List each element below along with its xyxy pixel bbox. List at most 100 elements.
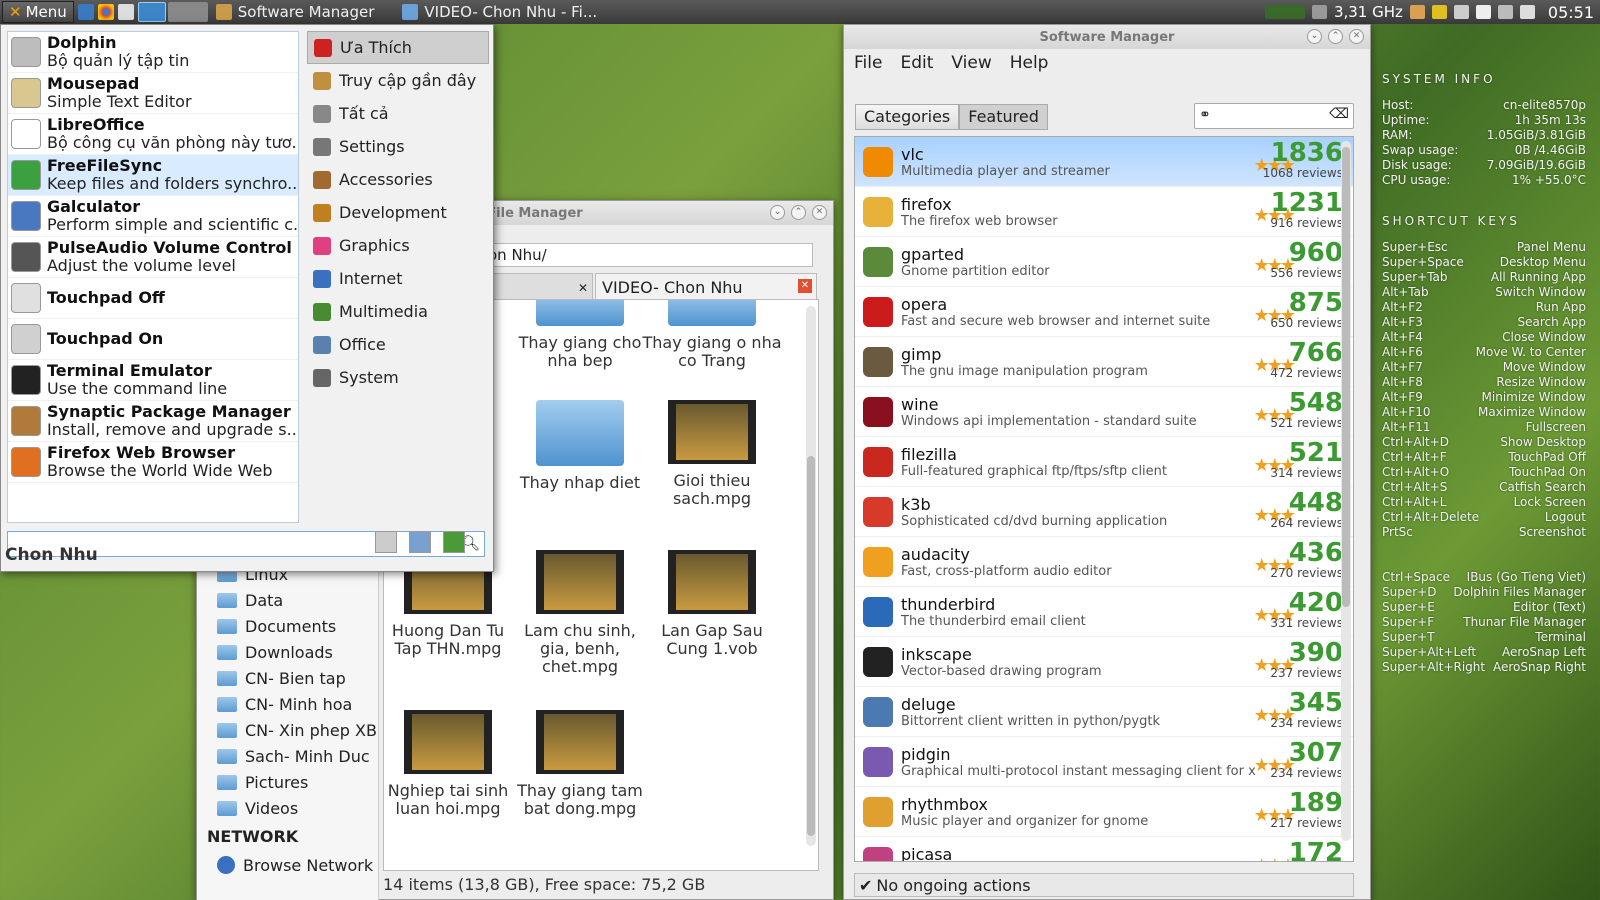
menu-app-text: PulseAudio Volume Control Adjust the volu… xyxy=(47,239,292,275)
category-item[interactable]: Ưa Thích xyxy=(307,31,489,64)
menu-app-touchpad-on[interactable]: Touchpad On xyxy=(8,319,298,360)
place-item[interactable]: Pictures xyxy=(197,769,378,795)
menu-view[interactable]: View xyxy=(951,53,991,73)
file-item[interactable]: Thay giang cho nha bep xyxy=(510,300,650,370)
scrollbar-thumb[interactable] xyxy=(807,456,815,836)
menu-help[interactable]: Help xyxy=(1010,53,1049,73)
close-button[interactable]: ✕ xyxy=(1349,29,1364,44)
view-scrollbar[interactable] xyxy=(806,306,816,846)
place-item[interactable]: Data xyxy=(197,587,378,613)
place-item[interactable]: CN- Bien tap xyxy=(197,665,378,691)
place-item[interactable]: CN- Xin phep XB xyxy=(197,717,378,743)
file-item[interactable]: Gioi thieu sach.mpg xyxy=(642,400,782,508)
file-item[interactable]: Lam chu sinh, gia, benh, chet.mpg xyxy=(510,550,650,676)
shield-icon[interactable] xyxy=(1475,5,1491,19)
close-tab-icon[interactable]: ✕ xyxy=(798,279,812,293)
app-row-pidgin[interactable]: pidgin Graphical multi-protocol instant m… xyxy=(855,737,1353,787)
file-item[interactable]: Nghiep tai sinh luan hoi.mpg xyxy=(384,710,518,818)
maximize-button[interactable]: ⌃ xyxy=(791,205,806,220)
logout-icon[interactable] xyxy=(443,531,465,553)
place-label: Videos xyxy=(245,798,299,818)
file-item[interactable]: Thay giang o nha co Trang xyxy=(642,300,782,370)
menu-app-libreoffice[interactable]: LibreOffice Bộ công cụ văn phòng này tươ.… xyxy=(8,114,298,155)
browse-network[interactable]: Browse Network xyxy=(197,852,378,878)
file-item[interactable]: Lan Gap Sau Cung 1.vob xyxy=(642,550,782,658)
app-row-deluge[interactable]: deluge Bittorrent client written in pytho… xyxy=(855,687,1353,737)
search-input[interactable]: ⚭ ⌫ xyxy=(1194,103,1354,129)
category-label: Ưa Thích xyxy=(340,38,412,57)
category-item[interactable]: Tất cả xyxy=(307,97,489,130)
task-software-manager[interactable]: Software Manager xyxy=(208,1,383,23)
editor-launcher-icon[interactable] xyxy=(117,4,134,20)
app-row-audacity[interactable]: audacity Fast, cross-platform audio edito… xyxy=(855,537,1353,587)
category-item[interactable]: Accessories xyxy=(307,163,489,196)
close-tab-icon[interactable]: ✕ xyxy=(578,274,588,302)
app-row-thunderbird[interactable]: thunderbird The thunderbird email client ★… xyxy=(855,587,1353,637)
category-item[interactable]: Internet xyxy=(307,262,489,295)
volume-icon[interactable] xyxy=(1519,5,1535,19)
category-item[interactable]: System xyxy=(307,361,489,394)
window-titlebar[interactable]: Software Manager ⌄ ⌃ ✕ xyxy=(844,25,1370,49)
dolphin-icon xyxy=(11,37,41,67)
menu-app-dolphin[interactable]: Dolphin Bộ quản lý tập tin xyxy=(8,32,298,73)
app-row-picasa[interactable]: picasa ★★★172 xyxy=(855,837,1353,861)
location-bar[interactable]: on Nhu/ xyxy=(483,243,813,267)
wifi-icon[interactable] xyxy=(1453,5,1469,19)
menu-app-mousepad[interactable]: Mousepad Simple Text Editor xyxy=(8,73,298,114)
clipboard-icon[interactable] xyxy=(1409,5,1425,19)
place-item[interactable]: Videos xyxy=(197,795,378,821)
app-row-vlc[interactable]: vlc Multimedia player and streamer ★★★ 1836… xyxy=(855,137,1353,187)
crumb-categories[interactable]: Categories xyxy=(855,104,960,130)
app-row-filezilla[interactable]: filezilla Full-featured graphical ftp/ftp… xyxy=(855,437,1353,487)
place-item[interactable]: Sach- Minh Duc xyxy=(197,743,378,769)
task-file-manager[interactable]: VIDEO- Chon Nhu - Fi... xyxy=(394,1,605,23)
clear-search-icon[interactable]: ⌫ xyxy=(1329,106,1349,122)
menu-app-galculator[interactable]: Galculator Perform simple and scientific … xyxy=(8,196,298,237)
app-row-gimp[interactable]: gimp The gnu image manipulation program ★★… xyxy=(855,337,1353,387)
menu-edit[interactable]: Edit xyxy=(900,53,933,73)
close-button[interactable]: ✕ xyxy=(812,205,827,220)
update-icon[interactable] xyxy=(1431,5,1447,19)
maximize-button[interactable]: ⌃ xyxy=(1328,29,1343,44)
minimize-button[interactable]: ⌄ xyxy=(1307,29,1322,44)
settings-icon[interactable] xyxy=(375,531,397,553)
files-launcher-icon[interactable] xyxy=(77,4,94,20)
place-item[interactable]: Downloads xyxy=(197,639,378,665)
file-item[interactable]: Thay nhap diet xyxy=(510,400,650,492)
chrome-launcher-icon[interactable] xyxy=(97,4,114,20)
category-item[interactable]: Office xyxy=(307,328,489,361)
app-row-wine[interactable]: wine Windows api implementation - standar… xyxy=(855,387,1353,437)
category-icon xyxy=(313,302,331,321)
menu-button[interactable]: ✕ Menu xyxy=(2,1,74,23)
app-row-k3b[interactable]: k3b Sophisticated cd/dvd burning applicat… xyxy=(855,487,1353,537)
category-item[interactable]: Multimedia xyxy=(307,295,489,328)
category-item[interactable]: Settings xyxy=(307,130,489,163)
workspace-1-icon[interactable] xyxy=(137,2,166,22)
workspace-2-icon[interactable] xyxy=(167,2,208,22)
app-row-inkscape[interactable]: inkscape Vector-based drawing program ★★★ 3… xyxy=(855,637,1353,687)
battery-icon[interactable] xyxy=(1497,5,1513,19)
file-item[interactable]: Thay giang tam bat dong.mpg xyxy=(510,710,650,818)
menu-app-pulseaudio-volume-control[interactable]: PulseAudio Volume Control Adjust the volu… xyxy=(8,237,298,278)
scrollbar-thumb[interactable] xyxy=(1342,147,1350,607)
menu-file[interactable]: File xyxy=(854,53,882,73)
crumb-featured[interactable]: Featured xyxy=(959,104,1048,130)
menu-app-firefox-web-browser[interactable]: Firefox Web Browser Browse the World Wide… xyxy=(8,442,298,483)
menu-app-synaptic-package-manager[interactable]: Synaptic Package Manager Install, remove … xyxy=(8,401,298,442)
app-row-opera[interactable]: opera Fast and secure web browser and int… xyxy=(855,287,1353,337)
menu-app-terminal-emulator[interactable]: Terminal Emulator Use the command line xyxy=(8,360,298,401)
place-item[interactable]: Documents xyxy=(197,613,378,639)
clock[interactable]: 05:51 xyxy=(1548,3,1594,22)
app-row-firefox[interactable]: firefox The firefox web browser ★★★ 1231 916… xyxy=(855,187,1353,237)
menu-app-touchpad-off[interactable]: Touchpad Off xyxy=(8,278,298,319)
app-row-gparted[interactable]: gparted Gnome partition editor ★★★ 960 556 r… xyxy=(855,237,1353,287)
category-item[interactable]: Truy cập gần đây xyxy=(307,64,489,97)
lock-screen-icon[interactable] xyxy=(409,531,431,553)
category-item[interactable]: Graphics xyxy=(307,229,489,262)
place-item[interactable]: CN- Minh hoa xyxy=(197,691,378,717)
category-item[interactable]: Development xyxy=(307,196,489,229)
minimize-button[interactable]: ⌄ xyxy=(770,205,785,220)
menu-app-freefilesync[interactable]: FreeFileSync Keep files and folders synch… xyxy=(8,155,298,196)
app-row-rhythmbox[interactable]: rhythmbox Music player and organizer for … xyxy=(855,787,1353,837)
scrollbar[interactable] xyxy=(1341,141,1351,841)
